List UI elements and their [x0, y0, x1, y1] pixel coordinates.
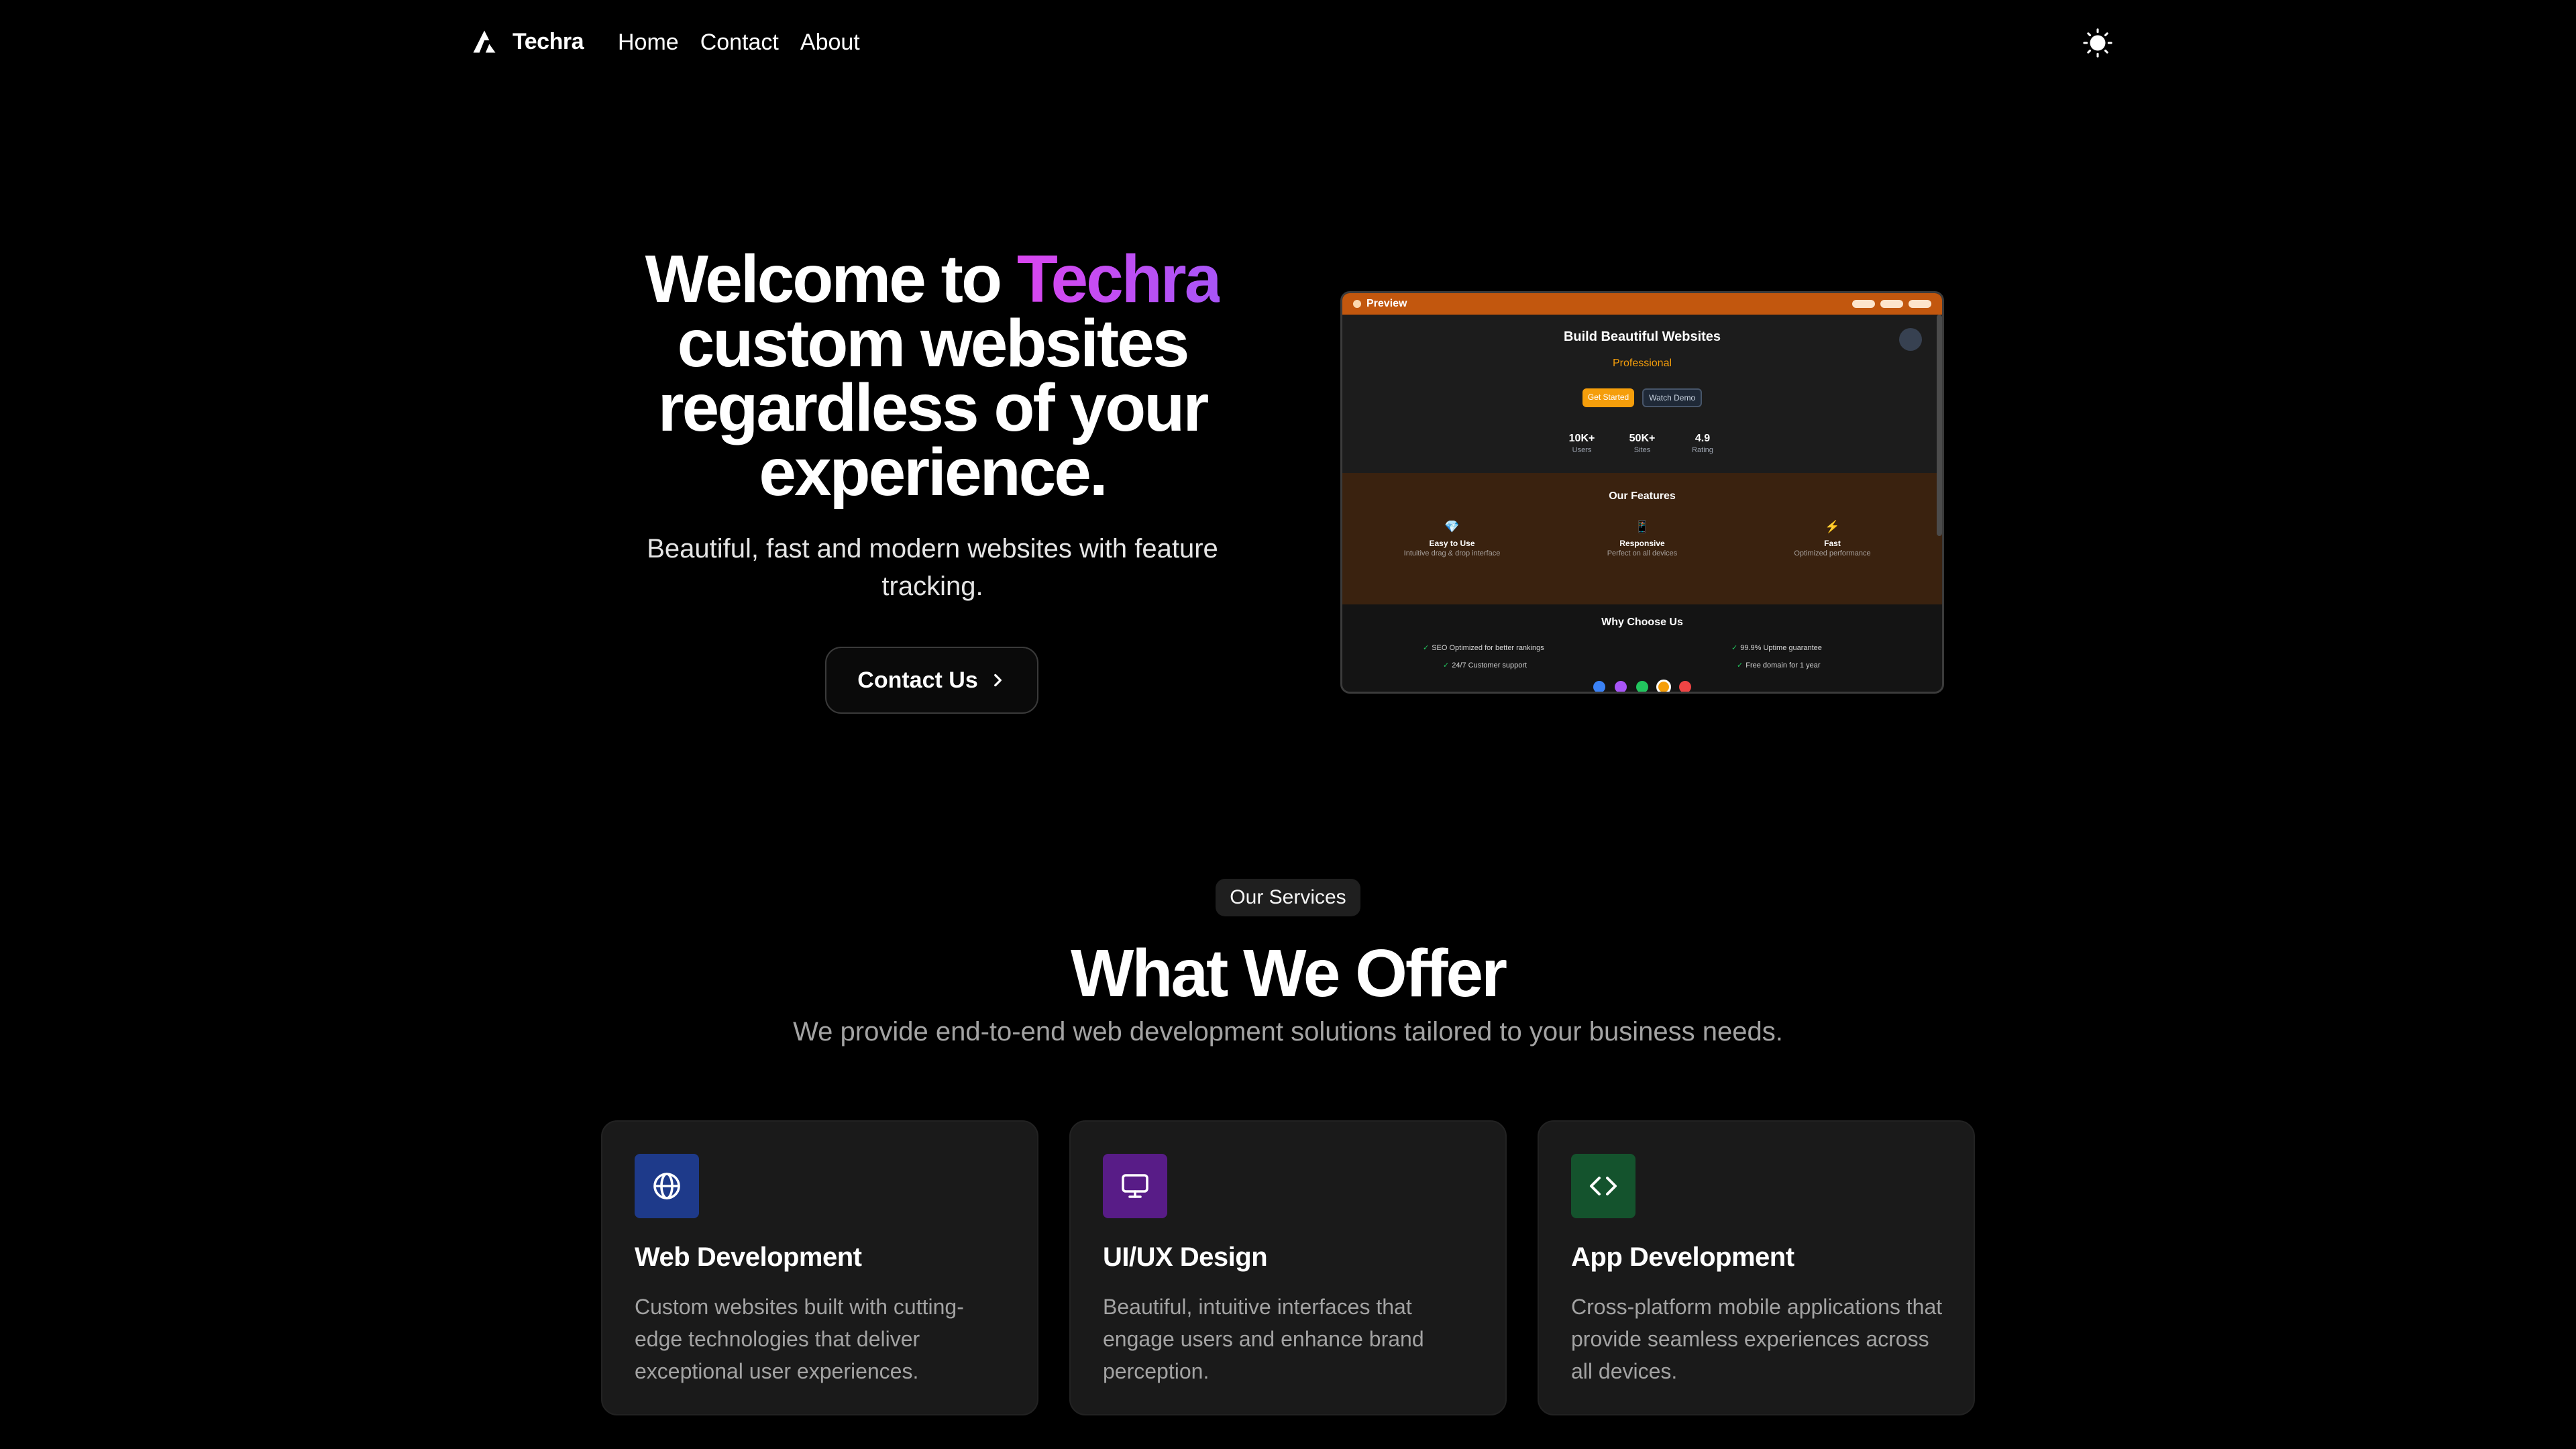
check-icon: ✓	[1737, 661, 1743, 669]
preview-hero: Build Beautiful Websites Professional Ge…	[1342, 315, 1942, 473]
stat-label: Rating	[1692, 446, 1713, 454]
lightning-icon: ⚡	[1825, 520, 1840, 533]
service-desc: Beautiful, intuitive interfaces that eng…	[1103, 1295, 1424, 1383]
service-card-web-development[interactable]: Web Development Custom websites built wi…	[601, 1120, 1038, 1415]
stat-value: 10K+	[1568, 433, 1595, 444]
hero-title: Welcome to Techra custom websites regardl…	[590, 246, 1275, 506]
preview-dot-icon	[1353, 300, 1361, 308]
preview-globe-icon[interactable]	[1899, 328, 1922, 351]
why-heading: Why Choose Us	[1601, 616, 1683, 628]
preview-heading: Build Beautiful Websites	[1563, 329, 1721, 344]
preview-stats: 10K+ Users 50K+ Sites 4.9 Rating	[1342, 433, 1942, 454]
service-title: UI/UX Design	[1103, 1242, 1268, 1272]
feature-desc: Optimized performance	[1794, 549, 1871, 557]
service-desc: Cross-platform mobile applications that …	[1571, 1295, 1943, 1383]
service-icon-box	[1571, 1154, 1635, 1218]
why-item: ✓ Free domain for 1 year	[1731, 657, 1822, 674]
service-card-ui-ux-design[interactable]: UI/UX Design Beautiful, intuitive interf…	[1069, 1120, 1507, 1415]
contact-us-label: Contact Us	[857, 667, 978, 693]
minimize-control[interactable]	[1852, 300, 1875, 308]
preview-window-controls	[1852, 300, 1931, 308]
stat-label: Sites	[1633, 446, 1651, 454]
maximize-control[interactable]	[1880, 300, 1903, 308]
check-icon: ✓	[1731, 644, 1738, 652]
website-preview-window: Preview Build Beautiful Websites Profess…	[1340, 291, 1944, 694]
nav-link-home[interactable]: Home	[618, 30, 679, 56]
theme-color-dot[interactable]	[1656, 680, 1671, 692]
service-title: App Development	[1571, 1242, 1794, 1272]
stat-value: 50K+	[1629, 433, 1656, 444]
globe-icon	[653, 1173, 680, 1199]
check-icon: ✓	[1443, 661, 1450, 669]
nav-link-about[interactable]: About	[800, 30, 860, 56]
preview-get-started-button[interactable]: Get Started	[1582, 388, 1635, 407]
hero-subtitle: Beautiful, fast and modern websites with…	[647, 534, 1218, 601]
service-icon-box	[635, 1154, 699, 1218]
why-item-text: Free domain for 1 year	[1746, 661, 1821, 669]
feature-item: ⚡ Fast Optimized performance	[1752, 520, 1913, 557]
services-badge: Our Services	[1216, 879, 1360, 916]
service-desc: Custom websites built with cutting-edge …	[635, 1295, 964, 1383]
feature-desc: Intuitive drag & drop interface	[1403, 549, 1501, 557]
feature-desc: Perfect on all devices	[1607, 549, 1678, 557]
code-icon	[1590, 1177, 1617, 1195]
preview-stat: 50K+ Sites	[1625, 433, 1659, 454]
preview-stat: 10K+ Users	[1565, 433, 1599, 454]
why-item-text: SEO Optimized for better rankings	[1432, 644, 1544, 652]
services-subtitle: We provide end-to-end web development so…	[793, 1017, 1783, 1046]
theme-color-picker	[1342, 680, 1942, 692]
preview-why-choose: Why Choose Us ✓ SEO Optimized for better …	[1342, 604, 1942, 692]
monitor-icon	[1122, 1174, 1148, 1198]
preview-stat: 4.9 Rating	[1686, 433, 1719, 454]
theme-toggle-button[interactable]	[2082, 27, 2114, 59]
feature-title: Responsive	[1619, 539, 1665, 548]
gem-icon: 💎	[1444, 520, 1460, 533]
feature-item: 📱 Responsive Perfect on all devices	[1562, 520, 1723, 557]
feature-item: 💎 Easy to Use Intuitive drag & drop interf…	[1372, 520, 1533, 557]
feature-title: Easy to Use	[1429, 539, 1475, 548]
preview-buttons: Get Started Watch Demo	[1342, 388, 1942, 407]
chevron-right-icon	[994, 674, 1002, 687]
why-list-left: ✓ SEO Optimized for better rankings ✓ 24/7…	[1423, 639, 1544, 674]
preview-feature-list: 💎 Easy to Use Intuitive drag & drop interf…	[1342, 520, 1942, 557]
theme-color-dot[interactable]	[1636, 681, 1648, 692]
service-icon-box	[1103, 1154, 1167, 1218]
sun-icon	[2083, 28, 2112, 58]
why-item-text: 24/7 Customer support	[1452, 661, 1527, 669]
nav-link-contact[interactable]: Contact	[700, 30, 779, 56]
check-icon: ✓	[1423, 644, 1430, 652]
service-title: Web Development	[635, 1242, 862, 1272]
feature-title: Fast	[1824, 539, 1841, 548]
theme-color-dot[interactable]	[1679, 681, 1691, 692]
stat-label: Users	[1572, 446, 1592, 454]
theme-color-dot[interactable]	[1593, 681, 1605, 692]
services-title: What We Offer	[1070, 936, 1507, 1011]
stat-value: 4.9	[1695, 433, 1711, 444]
why-item-text: 99.9% Uptime guarantee	[1740, 644, 1822, 652]
contact-us-button[interactable]: Contact Us	[825, 647, 1038, 714]
preview-watch-demo-button[interactable]: Watch Demo	[1642, 388, 1703, 407]
phone-icon: 📱	[1634, 520, 1650, 533]
why-item: ✓ SEO Optimized for better rankings	[1423, 639, 1544, 657]
hero-title-rest: custom websites regardless of your exper…	[657, 306, 1210, 510]
top-nav: Techra Home Contact About	[0, 0, 2576, 87]
why-item: ✓ 24/7 Customer support	[1423, 657, 1544, 674]
preview-features: Our Features 💎 Easy to Use Intuitive drag …	[1342, 473, 1942, 604]
preview-title: Preview	[1366, 298, 1407, 309]
close-control[interactable]	[1909, 300, 1931, 308]
why-item: ✓ 99.9% Uptime guarantee	[1731, 639, 1822, 657]
preview-features-heading: Our Features	[1609, 490, 1676, 502]
techra-logo-icon	[473, 30, 496, 53]
brand-name: Techra	[513, 28, 584, 54]
preview-titlebar: Preview	[1342, 293, 1942, 315]
brand-logo[interactable]: Techra	[470, 27, 584, 56]
theme-color-dot[interactable]	[1615, 681, 1627, 692]
preview-typed-word: Professional	[1612, 358, 1672, 369]
why-list-right: ✓ 99.9% Uptime guarantee ✓ Free domain for…	[1731, 639, 1822, 674]
preview-scrollbar[interactable]	[1937, 315, 1942, 536]
nav-links: Home Contact About	[618, 30, 860, 56]
service-card-app-development[interactable]: App Development Cross-platform mobile ap…	[1538, 1120, 1975, 1415]
